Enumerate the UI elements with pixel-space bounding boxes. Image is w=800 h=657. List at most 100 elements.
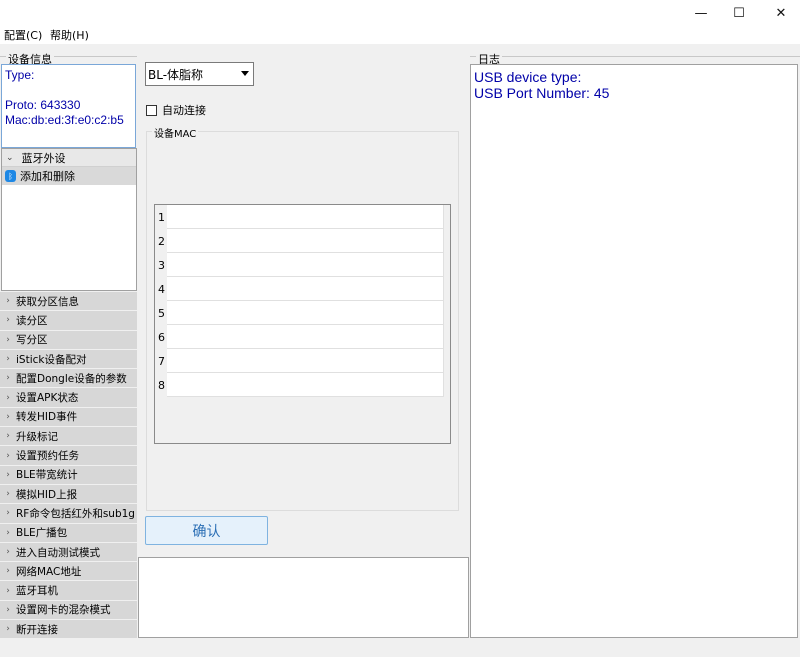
- nav-item[interactable]: › 配置Dongle设备的参数: [0, 369, 137, 389]
- nav-item[interactable]: › 设置APK状态: [0, 388, 137, 408]
- table-row: 6: [155, 325, 445, 349]
- nav-item-label: 写分区: [16, 334, 48, 347]
- nav-item[interactable]: › 获取分区信息: [0, 292, 137, 312]
- checkbox-box[interactable]: [146, 104, 157, 116]
- mac-cell[interactable]: [167, 301, 444, 325]
- nav-item-label: 设置预约任务: [16, 450, 79, 463]
- nav-item[interactable]: › RF命令包括红外和sub1g: [0, 504, 137, 524]
- dropdown-arrow-icon: [241, 71, 249, 76]
- table-row: 8: [155, 373, 445, 397]
- nav-item[interactable]: › iStick设备配对: [0, 349, 137, 370]
- log-line: USB Port Number: 45: [474, 85, 610, 101]
- chevron-right-icon: ›: [6, 527, 10, 538]
- nav-item[interactable]: › BLE广播包: [0, 523, 137, 543]
- tree-item-label: 添加和删除: [20, 170, 75, 183]
- title-bar: — ☐ ✕: [0, 0, 800, 26]
- table-row: 5: [155, 301, 445, 325]
- table-row: 2: [155, 229, 445, 253]
- table-row: 4: [155, 277, 445, 301]
- chevron-right-icon: ›: [6, 585, 10, 596]
- chevron-right-icon: ›: [6, 604, 10, 615]
- nav-item-label: iStick设备配对: [16, 353, 87, 366]
- mac-table: 1 2 3 4 5 6 7 8: [154, 204, 451, 444]
- mac-cell[interactable]: [167, 373, 444, 397]
- table-row: 7: [155, 349, 445, 373]
- minimize-button[interactable]: —: [682, 0, 720, 26]
- nav-item-label: BLE带宽统计: [16, 469, 78, 482]
- nav-item-label: 配置Dongle设备的参数: [16, 372, 127, 385]
- nav-item[interactable]: › 转发HID事件: [0, 407, 137, 428]
- nav-item-label: 设置网卡的混杂模式: [16, 604, 111, 617]
- device-info-panel: Type: Proto: 643330 Mac:db:ed:3f:e0:c2:b…: [1, 64, 136, 148]
- mac-cell[interactable]: [167, 277, 444, 301]
- nav-item-label: 读分区: [16, 314, 48, 327]
- nav-item[interactable]: › 设置预约任务: [0, 446, 137, 466]
- mac-cell[interactable]: [167, 205, 444, 229]
- nav-item-label: 升级标记: [16, 430, 58, 443]
- table-row: 3: [155, 253, 445, 277]
- auto-connect-label: 自动连接: [162, 104, 206, 117]
- device-type: Type:: [5, 68, 35, 82]
- chevron-right-icon: ›: [6, 508, 10, 519]
- chevron-right-icon: ›: [6, 469, 10, 480]
- mac-cell[interactable]: [167, 229, 444, 253]
- chevron-right-icon: ›: [6, 624, 10, 635]
- nav-item-label: 设置APK状态: [16, 392, 79, 405]
- mac-cell[interactable]: [167, 325, 444, 349]
- device-select[interactable]: BL-体脂称: [145, 62, 254, 86]
- menu-config[interactable]: 配置(C): [4, 27, 42, 43]
- log-line: USB device type:: [474, 69, 582, 85]
- nav-item[interactable]: › 模拟HID上报: [0, 484, 137, 505]
- chevron-right-icon: ›: [6, 411, 10, 422]
- chevron-right-icon: ›: [6, 315, 10, 326]
- menu-bar: 配置(C) 帮助(H): [0, 26, 800, 44]
- bluetooth-icon: ᛒ: [5, 170, 16, 182]
- status-bar: [0, 640, 800, 657]
- mac-cell[interactable]: [167, 349, 444, 373]
- nav-item[interactable]: › 写分区: [0, 330, 137, 350]
- chevron-down-icon: ⌄: [6, 152, 14, 163]
- nav-item[interactable]: › 断开连接: [0, 620, 137, 640]
- nav-item-label: 进入自动测试模式: [16, 546, 100, 559]
- chevron-right-icon: ›: [6, 566, 10, 577]
- device-mac: Mac:db:ed:3f:e0:c2:b5: [5, 113, 124, 127]
- nav-item-label: RF命令包括红外和sub1g: [16, 507, 135, 520]
- confirm-button[interactable]: 确认: [145, 516, 268, 545]
- chevron-right-icon: ›: [6, 373, 10, 384]
- nav-item-label: 转发HID事件: [16, 411, 78, 424]
- chevron-right-icon: ›: [6, 354, 10, 365]
- chevron-right-icon: ›: [6, 296, 10, 307]
- nav-item-label: BLE广播包: [16, 527, 68, 540]
- tree-group-label: 蓝牙外设: [21, 151, 66, 165]
- tree-item-add-remove[interactable]: ᛒ 添加和删除: [2, 167, 136, 185]
- nav-item-label: 蓝牙耳机: [16, 585, 58, 598]
- chevron-right-icon: ›: [6, 489, 10, 500]
- chevron-right-icon: ›: [6, 450, 10, 461]
- close-button[interactable]: ✕: [762, 0, 800, 26]
- nav-item[interactable]: › 蓝牙耳机: [0, 581, 137, 601]
- nav-item[interactable]: › 进入自动测试模式: [0, 542, 137, 563]
- toolbar-grip: [0, 44, 800, 49]
- table-row: 1: [155, 205, 445, 229]
- log-panel[interactable]: USB device type: USB Port Number: 45: [470, 64, 798, 638]
- device-select-value: BL-体脂称: [148, 67, 204, 82]
- nav-item[interactable]: › BLE带宽统计: [0, 465, 137, 485]
- menu-help[interactable]: 帮助(H): [50, 27, 89, 43]
- nav-item[interactable]: › 网络MAC地址: [0, 562, 137, 582]
- mac-cell[interactable]: [167, 253, 444, 277]
- auto-connect-checkbox[interactable]: 自动连接: [146, 102, 206, 118]
- nav-item-label: 获取分区信息: [16, 295, 79, 308]
- nav-item-label: 网络MAC地址: [16, 565, 82, 578]
- nav-item[interactable]: › 读分区: [0, 311, 137, 331]
- chevron-right-icon: ›: [6, 334, 10, 345]
- chevron-right-icon: ›: [6, 392, 10, 403]
- maximize-button[interactable]: ☐: [720, 0, 758, 26]
- tree-group-bluetooth[interactable]: ⌄ 蓝牙外设: [2, 149, 136, 167]
- nav-item-label: 模拟HID上报: [16, 488, 78, 501]
- bluetooth-tree: ⌄ 蓝牙外设 ᛒ 添加和删除: [1, 148, 137, 291]
- nav-item[interactable]: › 升级标记: [0, 427, 137, 447]
- nav-item[interactable]: › 设置网卡的混杂模式: [0, 600, 137, 621]
- chevron-right-icon: ›: [6, 547, 10, 557]
- output-textarea[interactable]: [138, 557, 469, 638]
- divider: [470, 56, 800, 57]
